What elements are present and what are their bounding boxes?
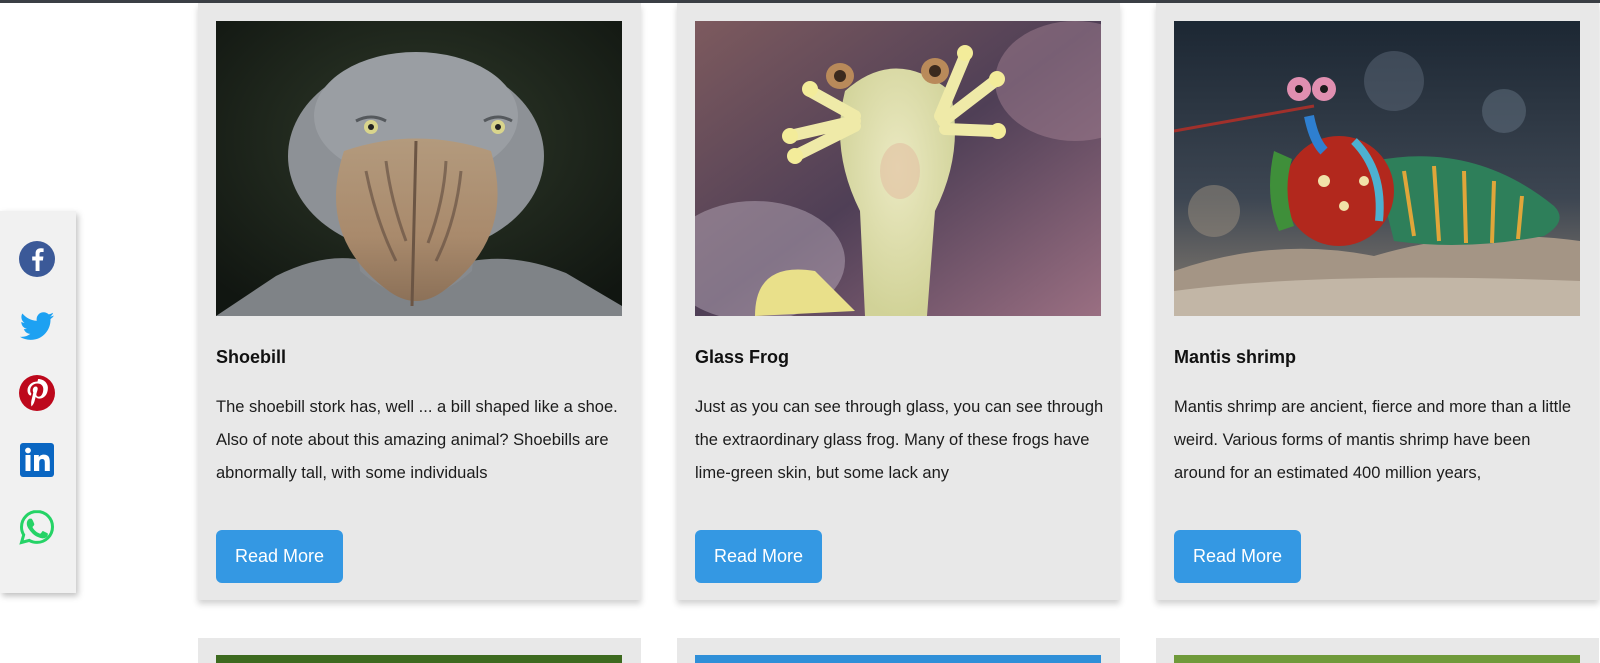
pinterest-icon[interactable] bbox=[18, 374, 56, 412]
card-next-row bbox=[677, 638, 1120, 663]
card-description: Just as you can see through glass, you c… bbox=[695, 398, 1104, 482]
whatsapp-icon[interactable] bbox=[18, 508, 56, 546]
card-next-row bbox=[1156, 638, 1599, 663]
card-shoebill: Shoebill The shoebill stork has, well ..… bbox=[198, 3, 641, 600]
card-glass-frog: Glass Frog Just as you can see through g… bbox=[677, 3, 1120, 600]
card-description: Mantis shrimp are ancient, fierce and mo… bbox=[1174, 398, 1572, 482]
read-more-button[interactable]: Read More bbox=[695, 530, 822, 583]
linkedin-icon[interactable] bbox=[18, 441, 56, 479]
card-image bbox=[1174, 655, 1580, 663]
card-image bbox=[695, 21, 1101, 316]
card-image bbox=[695, 655, 1101, 663]
card-mantis-shrimp: Mantis shrimp Mantis shrimp are ancient,… bbox=[1156, 3, 1599, 600]
card-image bbox=[1174, 21, 1580, 316]
read-more-button[interactable]: Read More bbox=[216, 530, 343, 583]
card-next-row bbox=[198, 638, 641, 663]
card-title: Shoebill bbox=[216, 347, 287, 367]
facebook-icon[interactable] bbox=[18, 240, 56, 278]
card-image bbox=[216, 21, 622, 316]
card-title: Mantis shrimp bbox=[1174, 347, 1297, 367]
card-title: Glass Frog bbox=[695, 347, 790, 367]
twitter-icon[interactable] bbox=[18, 307, 56, 345]
share-sidebar bbox=[0, 211, 76, 593]
card-image bbox=[216, 655, 622, 663]
read-more-button[interactable]: Read More bbox=[1174, 530, 1301, 583]
card-description: The shoebill stork has, well ... a bill … bbox=[216, 398, 618, 482]
